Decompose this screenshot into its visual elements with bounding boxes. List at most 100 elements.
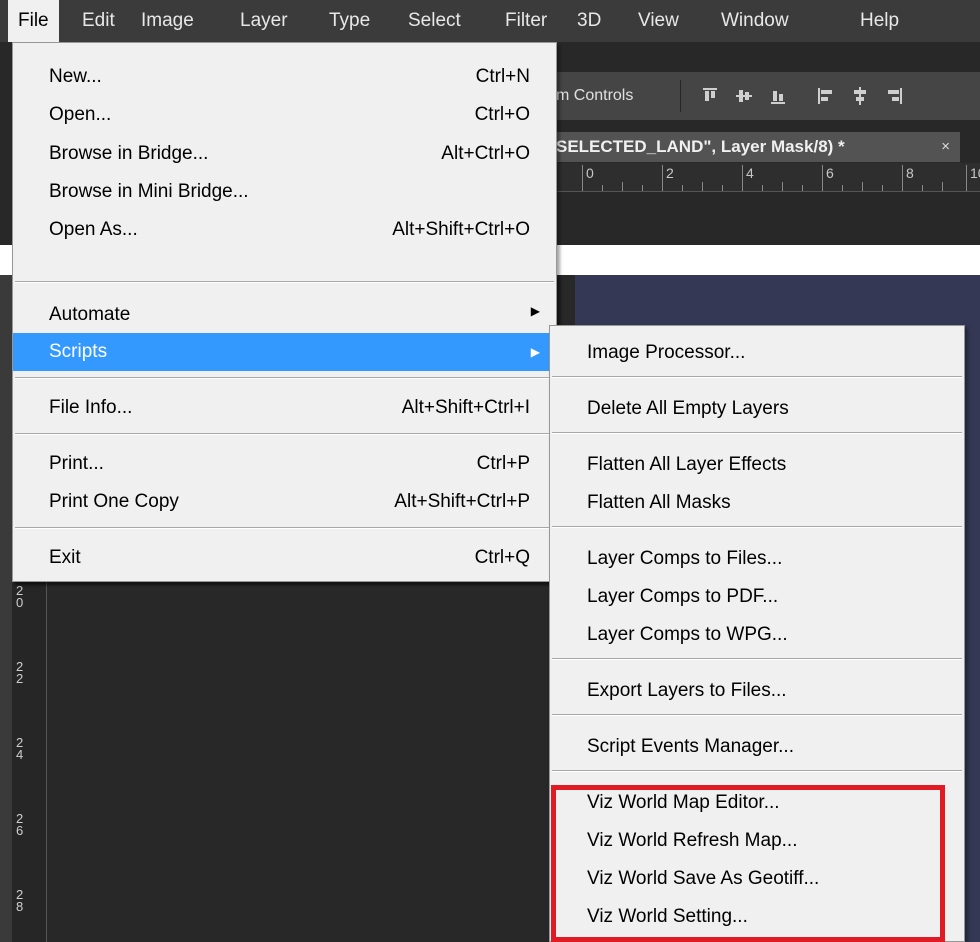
menu-separator: [552, 376, 962, 378]
menu-item-shortcut: Ctrl+O: [474, 104, 530, 125]
menu-item-label: Delete All Empty Layers: [587, 398, 789, 419]
menu-item-shortcut: Alt+Shift+Ctrl+P: [394, 491, 530, 512]
ruler-tick: [762, 185, 763, 191]
ruler-tick: [682, 185, 683, 191]
ruler-tick: [662, 165, 663, 191]
menu-item-label: Browse in Bridge...: [49, 143, 209, 164]
menu-item-label: Automate: [49, 304, 131, 325]
menu-3d[interactable]: 3D: [577, 0, 601, 42]
ruler-tick: [942, 182, 943, 191]
close-icon[interactable]: ×: [941, 132, 950, 162]
menu-item-label: Print One Copy: [49, 491, 179, 512]
menu-item-label: New...: [49, 66, 102, 87]
menu-item-label: Open As...: [49, 219, 138, 240]
ruler-tick: [722, 185, 723, 191]
submenu-arrow-icon: ▶: [530, 345, 540, 359]
menu-image[interactable]: Image: [141, 0, 194, 42]
menu-separator: [552, 714, 962, 716]
menu-filter[interactable]: Filter: [505, 0, 547, 42]
ruler-tick: [822, 165, 823, 191]
options-divider: [680, 80, 681, 112]
menu-item-label: Flatten All Masks: [587, 492, 731, 513]
ruler-label: 20: [16, 583, 24, 610]
vertical-ruler: 20 22 24 26 28: [12, 577, 47, 942]
menu-item-label: Image Processor...: [587, 342, 746, 363]
ruler-tick: [582, 165, 583, 191]
menu-window[interactable]: Window: [721, 0, 789, 42]
menu-layer[interactable]: Layer: [240, 0, 288, 42]
align-left-icon[interactable]: [816, 86, 836, 106]
ruler-label: 24: [16, 735, 24, 762]
tools-panel-edge: [0, 275, 12, 942]
ruler-tick: [882, 185, 883, 191]
menu-item-label: Layer Comps to Files...: [587, 548, 783, 569]
ruler-label: 4: [746, 165, 754, 181]
menu-item-shortcut: Ctrl+N: [475, 66, 530, 87]
menu-separator: [552, 658, 962, 660]
menu-item-label: Layer Comps to PDF...: [587, 586, 779, 607]
menu-separator: [15, 527, 554, 529]
ruler-label: 26: [16, 811, 24, 838]
ruler-tick: [966, 165, 967, 191]
menu-item-scripts[interactable]: Scripts ▶: [13, 333, 556, 371]
menu-separator: [15, 377, 554, 379]
menu-help[interactable]: Help: [860, 0, 899, 42]
ruler-tick: [862, 182, 863, 191]
ruler-label: 28: [16, 887, 24, 914]
menu-item-label: Export Layers to Files...: [587, 680, 787, 701]
submenu-arrow-icon: ▶: [530, 304, 540, 318]
ruler-tick: [782, 182, 783, 191]
menu-separator: [552, 770, 962, 772]
menu-select[interactable]: Select: [408, 0, 461, 42]
ruler-tick: [642, 185, 643, 191]
menu-item-label: Flatten All Layer Effects: [587, 454, 787, 475]
ruler-label: 0: [586, 165, 594, 181]
ruler-tick: [622, 182, 623, 191]
menu-item-label: Browse in Mini Bridge...: [49, 181, 249, 202]
ruler-tick: [602, 185, 603, 191]
menu-item-label: File Info...: [49, 397, 133, 418]
menu-separator: [15, 281, 554, 283]
menu-item-label: Scripts: [49, 341, 108, 362]
ruler-tick: [742, 165, 743, 191]
menu-item-label: Print...: [49, 453, 104, 474]
ruler-tick: [702, 182, 703, 191]
menu-bar: File Edit Image Layer Type Select Filter…: [0, 0, 980, 42]
options-bar: m Controls: [550, 72, 980, 120]
align-top-icon[interactable]: [700, 86, 720, 106]
menu-item-label: Exit: [49, 547, 81, 568]
document-tab[interactable]: SELECTED_LAND", Layer Mask/8) * ×: [550, 132, 960, 162]
menu-item-label: Script Events Manager...: [587, 736, 794, 757]
document-tab-title: SELECTED_LAND", Layer Mask/8) *: [556, 137, 845, 156]
ruler-label: 22: [16, 659, 24, 686]
ruler-label: 10: [970, 165, 980, 181]
align-bottom-icon[interactable]: [768, 86, 788, 106]
menu-item-label: Open...: [49, 104, 112, 125]
menu-file[interactable]: File: [8, 0, 59, 42]
menu-edit[interactable]: Edit: [82, 0, 115, 42]
menu-separator: [15, 433, 554, 435]
ruler-tick: [842, 185, 843, 191]
menu-item-shortcut: Alt+Shift+Ctrl+I: [401, 397, 530, 418]
horizontal-ruler: 0 2 4 6 8 10: [556, 163, 980, 192]
menu-separator: [552, 432, 962, 434]
annotation-highlight-box: [551, 785, 945, 942]
ruler-tick: [902, 165, 903, 191]
ruler-label: 6: [826, 165, 834, 181]
align-vcenter-icon[interactable]: [734, 86, 754, 106]
ruler-tick: [922, 185, 923, 191]
menu-item-shortcut: Ctrl+Q: [474, 547, 530, 568]
ruler-tick: [802, 185, 803, 191]
menu-item-shortcut: Ctrl+P: [476, 453, 530, 474]
ruler-label: 2: [666, 165, 674, 181]
file-menu-lower: Automate ▶ Scripts ▶ File Info... Alt+Sh…: [12, 275, 557, 582]
menu-type[interactable]: Type: [329, 0, 370, 42]
menu-item-label: Layer Comps to WPG...: [587, 624, 788, 645]
menu-separator: [552, 526, 962, 528]
menu-item-shortcut: Alt+Ctrl+O: [441, 143, 530, 164]
align-right-icon[interactable]: [884, 86, 904, 106]
align-hcenter-icon[interactable]: [850, 86, 870, 106]
ruler-label: 8: [906, 165, 914, 181]
menu-view[interactable]: View: [638, 0, 679, 42]
transform-controls-label[interactable]: m Controls: [556, 72, 633, 120]
